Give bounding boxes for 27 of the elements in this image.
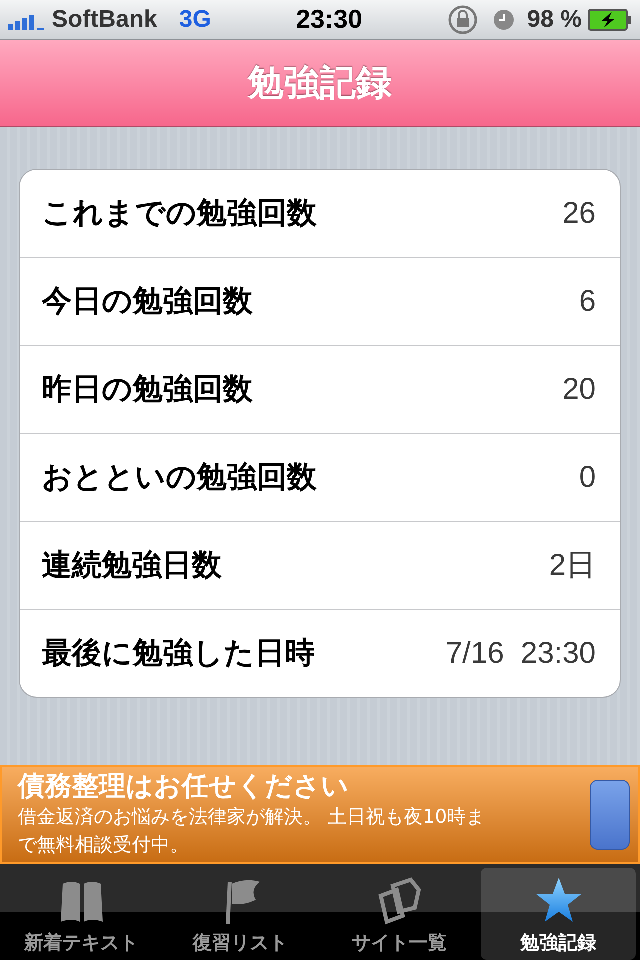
tab[interactable]: サイト一覧 xyxy=(322,868,477,960)
ad-text: 借金返済のお悩みを法律家が解決。 土日祝も夜10時まで無料相談受付中。 xyxy=(18,804,486,858)
stat-value: 26 xyxy=(562,196,596,230)
stat-label: 今日の勉強回数 xyxy=(42,283,253,321)
tab[interactable]: 勉強記録 xyxy=(481,868,636,960)
stat-label: 最後に勉強した日時 xyxy=(42,635,315,673)
status-time: 23:30 xyxy=(296,4,363,35)
ad-title: 債務整理はお任せください xyxy=(18,770,350,802)
stat-value: 2日 xyxy=(549,548,596,584)
stat-value: 20 xyxy=(562,372,596,406)
clock-icon xyxy=(493,8,516,30)
network-type: 3G xyxy=(179,6,212,34)
stat-value: 6 xyxy=(579,284,596,318)
rotation-lock-icon xyxy=(447,4,480,36)
stat-label: おとといの勉強回数 xyxy=(42,459,317,497)
screen-title: 勉強記録 xyxy=(248,62,392,106)
battery-percent: 98 % xyxy=(527,6,582,34)
carrier-name: SoftBank xyxy=(52,6,158,34)
stat-value: 7/16 23:30 xyxy=(446,636,596,670)
stat-label: これまでの勉強回数 xyxy=(42,195,317,233)
stat-label: 連続勉強日数 xyxy=(42,547,222,585)
tab[interactable]: 新着テキスト xyxy=(4,868,159,960)
phone-icon xyxy=(590,780,630,850)
tab[interactable]: 復習リスト xyxy=(163,868,318,960)
stat-value: 0 xyxy=(579,460,596,494)
battery-icon xyxy=(588,8,632,30)
stat-label: 昨日の勉強回数 xyxy=(42,371,253,409)
